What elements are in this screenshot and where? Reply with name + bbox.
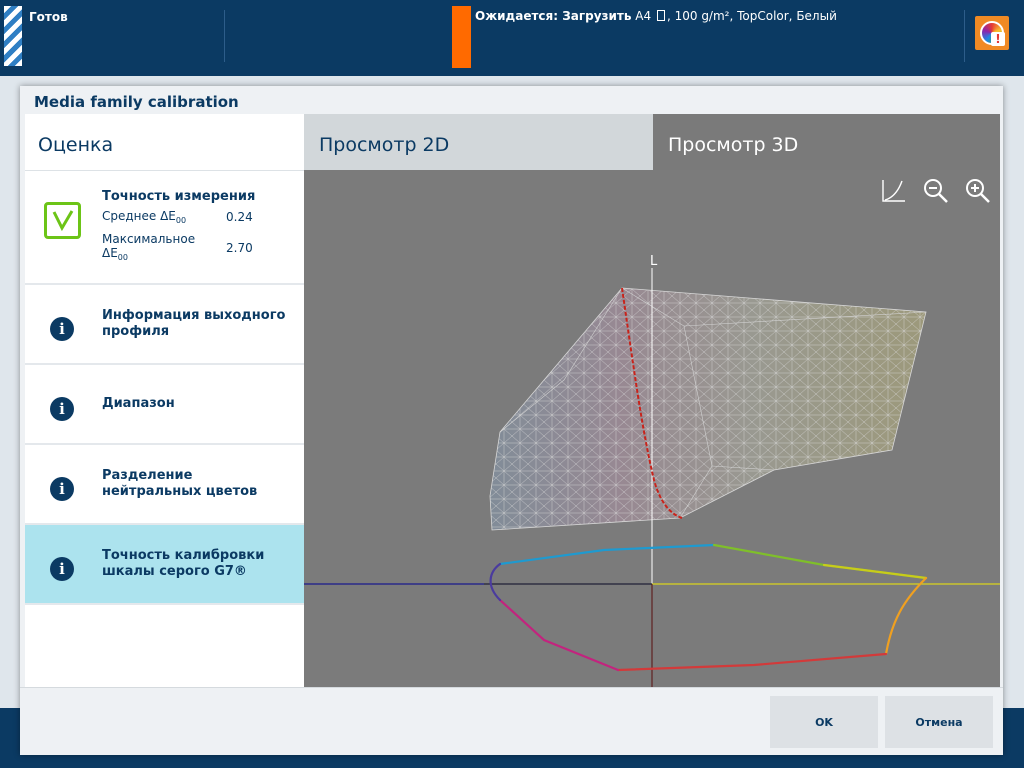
- info-icon: i: [50, 477, 74, 501]
- gamut-outline: [489, 543, 928, 672]
- cancel-button[interactable]: Отмена: [885, 696, 993, 748]
- neutral-separation-item[interactable]: i Разделение нейтральных цветов: [25, 445, 304, 525]
- gamut-mesh: [489, 287, 927, 531]
- item-label: Точность калибровки шкалы серого G7®: [102, 548, 265, 579]
- gamut-3d-viewer[interactable]: L: [304, 170, 1000, 687]
- printer-status: Готов: [29, 10, 68, 24]
- info-icon: i: [50, 397, 74, 421]
- job-info: Ожидается: Загрузить A4 , 100 g/m², TopC…: [475, 9, 837, 23]
- evaluation-panel: Оценка Точность измерения Среднее ΔE00 0…: [25, 114, 304, 687]
- average-delta-label: Среднее ΔE00: [102, 209, 187, 225]
- l-axis-label: L: [650, 254, 658, 269]
- max-delta-label: Максимальное ΔE00: [102, 232, 196, 262]
- item-label: Разделение нейтральных цветов: [102, 468, 258, 499]
- media-size: A4: [635, 9, 652, 23]
- gamut-plot: L: [304, 254, 1000, 687]
- tab-3d-view[interactable]: Просмотр 3D: [653, 114, 1000, 170]
- g7-accuracy-item[interactable]: i Точность калибровки шкалы серого G7®: [25, 525, 304, 605]
- job-label: Ожидается: Загрузить: [475, 9, 632, 23]
- item-label: Диапазон: [102, 396, 175, 411]
- curve-icon[interactable]: [880, 178, 906, 204]
- output-profile-item[interactable]: i Информация выходного профиля: [25, 285, 304, 365]
- divider: [964, 10, 965, 62]
- tab-2d-view[interactable]: Просмотр 2D: [304, 114, 653, 170]
- measurement-title: Точность измерения: [102, 189, 256, 204]
- dialog-footer: OK Отмена: [20, 687, 1003, 755]
- item-label: Информация выходного профиля: [102, 308, 286, 339]
- check-icon: [44, 202, 81, 239]
- document-icon: [656, 10, 665, 21]
- status-indicator: [4, 6, 22, 66]
- zoom-out-icon[interactable]: [923, 178, 949, 204]
- job-indicator: [452, 6, 471, 68]
- ok-button[interactable]: OK: [770, 696, 878, 748]
- info-icon: i: [50, 317, 74, 341]
- average-delta-value: 0.24: [226, 210, 253, 224]
- gamut-item[interactable]: i Диапазон: [25, 365, 304, 445]
- dialog-title: Media family calibration: [34, 93, 239, 111]
- measurement-accuracy-item[interactable]: Точность измерения Среднее ΔE00 0.24 Мак…: [25, 171, 304, 285]
- info-icon: i: [50, 557, 74, 581]
- top-status-bar: Готов Ожидается: Загрузить A4 , 100 g/m²…: [0, 0, 1024, 76]
- divider: [224, 10, 225, 62]
- zoom-in-icon[interactable]: [965, 178, 991, 204]
- calibration-dialog: Media family calibration Оценка Точность…: [20, 86, 1003, 755]
- color-warning-icon[interactable]: !: [975, 16, 1009, 50]
- max-delta-value: 2.70: [226, 241, 253, 255]
- media-details: , 100 g/m², TopColor, Белый: [666, 9, 837, 23]
- evaluation-header: Оценка: [25, 114, 304, 171]
